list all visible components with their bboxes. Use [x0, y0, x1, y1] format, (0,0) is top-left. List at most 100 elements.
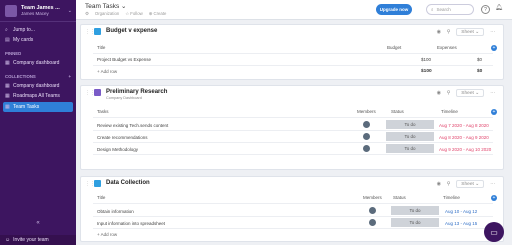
block-title: Preliminary Research [106, 89, 168, 95]
collections-section-header[interactable]: COLLECTIONS + [0, 72, 76, 81]
sidebar-item-pinned-company-dashboard[interactable]: ▦ Company dashboard [0, 58, 76, 68]
member-avatar[interactable] [369, 219, 376, 226]
add-collection-icon[interactable]: + [68, 74, 71, 79]
search-icon: ⌕ [5, 27, 8, 33]
col-header-status: Status [391, 109, 404, 114]
col-header-members: Members [363, 195, 382, 200]
status-badge[interactable]: To do [386, 144, 434, 153]
view-icon[interactable]: ◉ [437, 91, 441, 96]
member-avatar[interactable] [369, 207, 376, 214]
page-title[interactable]: Team Tasks ⌄ [85, 2, 126, 10]
total-budget: $100 [421, 69, 432, 74]
sidebar-item-jump-to[interactable]: ⌕ Jump to... [0, 25, 76, 35]
settings-icon[interactable]: ⚙ [85, 11, 89, 17]
table-icon [94, 180, 101, 187]
dashboard-icon: ▦ [5, 83, 10, 89]
total-expenses: $0 [477, 69, 483, 74]
workspace-switcher[interactable]: Team James ... James Macey ⌄ [0, 0, 76, 22]
table-cell-task[interactable]: Create recommendations [97, 135, 148, 140]
table-cell-budget[interactable]: $100 [421, 57, 431, 62]
table-icon [94, 28, 101, 35]
status-badge[interactable]: To do [391, 206, 439, 215]
research-block: ⋮⋮ Preliminary Research Company Dashboar… [80, 85, 504, 170]
timeline-cell[interactable]: Aug 10 - Aug 12 [445, 209, 477, 214]
chevron-down-icon: ⌄ [121, 3, 127, 10]
col-header-members: Members [357, 109, 376, 114]
create-button[interactable]: ⊕ Create [149, 11, 167, 17]
table-cell-title[interactable]: Input information into spreadsheet [97, 221, 165, 226]
filter-icon[interactable]: ⚲ [447, 91, 451, 96]
sidebar-item-roadmaps[interactable]: ▦ Roadmaps All Teams [0, 91, 76, 101]
more-options-icon[interactable]: ⋯ [490, 91, 495, 96]
add-row-button[interactable]: + Add row [97, 69, 117, 74]
data-collection-block: ⋮⋮ Data Collection ◉ ⚲ Sheet ⌄ ⋯ Title M… [80, 176, 504, 242]
add-row-button[interactable]: + Add row [97, 232, 117, 237]
dashboard-icon: ▦ [5, 60, 10, 66]
table-cell-task[interactable]: Design Methodology [97, 147, 138, 152]
member-avatar[interactable] [363, 121, 370, 128]
sidebar: Team James ... James Macey ⌄ ⌕ Jump to..… [0, 0, 76, 245]
table-icon [94, 89, 101, 96]
view-icon[interactable]: ◉ [437, 30, 441, 35]
sidebar-item-company-dashboard[interactable]: ▦ Company dashboard [0, 81, 76, 91]
col-header-timeline: Timeline [441, 109, 458, 114]
table-cell-task[interactable]: Review existing Tech.sends content [97, 123, 168, 128]
top-header: Team Tasks ⌄ ⚙ Organization ☆ Follow ⊕ C… [76, 0, 512, 20]
search-input[interactable]: ⌕ Search [426, 4, 474, 15]
sheet-view-select[interactable]: Sheet ⌄ [456, 180, 485, 188]
col-header-status: Status [393, 195, 406, 200]
add-column-icon[interactable]: + [491, 109, 497, 115]
filter-icon[interactable]: ⚲ [447, 182, 451, 187]
view-icon[interactable]: ◉ [437, 182, 441, 187]
user-plus-icon: ☺ [5, 237, 11, 243]
upgrade-button[interactable]: Upgrade now [376, 4, 412, 15]
cards-icon: ▤ [5, 37, 10, 43]
member-avatar[interactable] [363, 145, 370, 152]
pinned-section-header[interactable]: PINNED [0, 49, 76, 58]
filter-icon[interactable]: ⚲ [447, 30, 451, 35]
table-cell-title[interactable]: Project Budget vs Expense [97, 57, 151, 62]
col-header-title: Title [97, 195, 106, 200]
col-header-timeline: Timeline [443, 195, 460, 200]
table-cell-expenses[interactable]: $0 [477, 57, 482, 62]
invite-team-button[interactable]: ☺ Invite your team [0, 235, 76, 245]
sidebar-item-my-cards[interactable]: ▤ My cards [0, 35, 76, 45]
help-icon[interactable]: ? [481, 5, 490, 14]
col-header-expenses: Expenses [437, 45, 457, 50]
notification-bell-icon[interactable]: 🔔︎ [495, 4, 503, 11]
col-header-title: Title [97, 45, 106, 50]
status-badge[interactable]: To do [386, 120, 434, 129]
col-header-tasks: Tasks [97, 109, 109, 114]
block-title: Budget v expense [106, 28, 158, 34]
collapse-sidebar-icon[interactable]: « [0, 220, 76, 226]
workspace-avatar [5, 4, 17, 17]
status-badge[interactable]: To do [386, 132, 434, 141]
tasks-icon: ▦ [5, 104, 10, 110]
member-avatar[interactable] [363, 133, 370, 140]
sidebar-item-team-tasks[interactable]: ▦ Team Tasks [3, 102, 73, 112]
timeline-cell[interactable]: Aug 7 2020 - Aug 8 2020 [439, 123, 489, 128]
timeline-cell[interactable]: Aug 8 2020 - Aug 9 2020 [439, 135, 489, 140]
timeline-cell[interactable]: Aug 13 - Aug 15 [445, 221, 477, 226]
chevron-down-icon: ⌄ [67, 7, 72, 14]
more-options-icon[interactable]: ⋯ [490, 30, 495, 35]
page-meta: ⚙ Organization ☆ Follow ⊕ Create [85, 11, 166, 17]
block-title: Data Collection [106, 180, 150, 186]
organization-label: Organization [94, 11, 120, 16]
add-column-icon[interactable]: + [491, 45, 497, 51]
add-column-icon[interactable]: + [491, 195, 497, 201]
more-options-icon[interactable]: ⋯ [490, 182, 495, 187]
chat-support-icon[interactable]: ▭ [484, 222, 504, 242]
timeline-cell[interactable]: Aug 9 2020 - Aug 10 2020 [439, 147, 491, 152]
sheet-view-select[interactable]: Sheet ⌄ [456, 89, 485, 97]
roadmap-icon: ▦ [5, 93, 10, 99]
budget-block: ⋮⋮ Budget v expense ◉ ⚲ Sheet ⌄ ⋯ Title … [80, 24, 504, 80]
workspace-user: James Macey [21, 10, 49, 16]
status-badge[interactable]: To do [391, 218, 439, 227]
search-icon: ⌕ [431, 7, 434, 12]
table-cell-title[interactable]: Obtain information [97, 209, 134, 214]
sheet-view-select[interactable]: Sheet ⌄ [456, 28, 485, 36]
follow-button[interactable]: ☆ Follow [125, 11, 142, 17]
col-header-budget: Budget [387, 45, 402, 50]
block-subtitle: Company Dashboard [106, 96, 142, 100]
